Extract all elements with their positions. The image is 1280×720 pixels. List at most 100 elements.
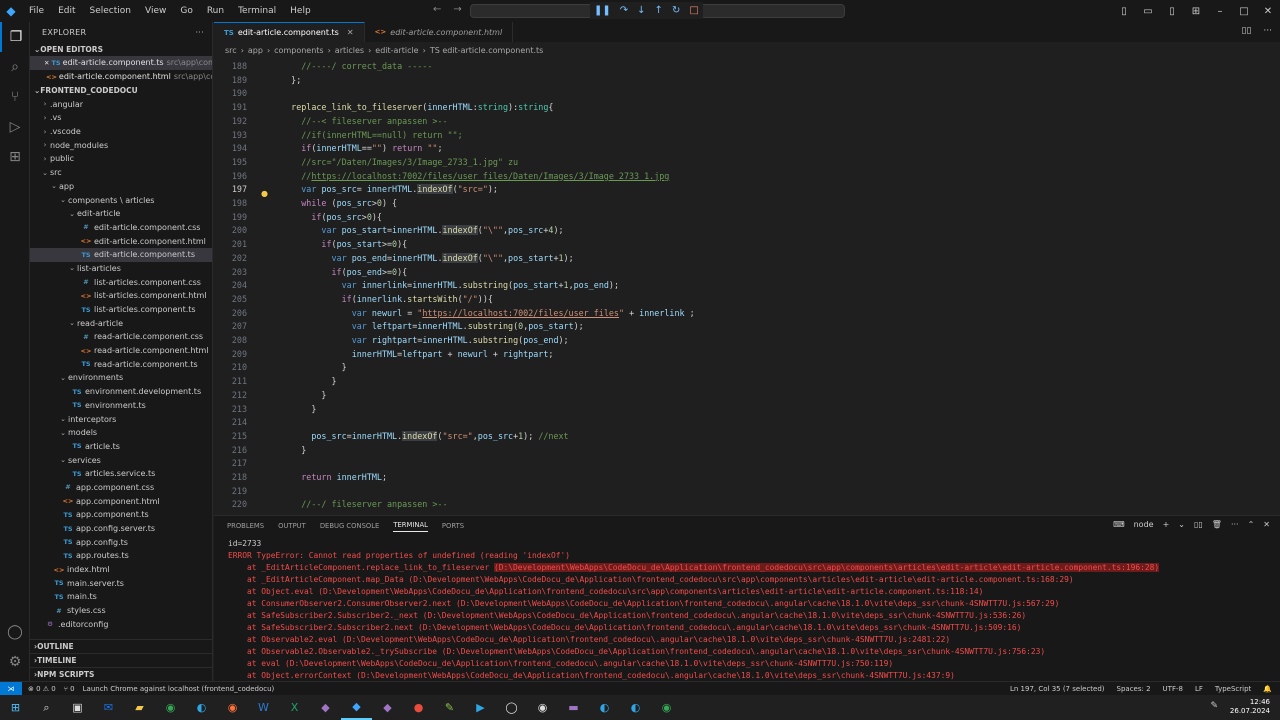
- new-terminal-icon[interactable]: +: [1163, 520, 1170, 529]
- tree-item[interactable]: TS app.routes.ts: [30, 549, 212, 563]
- app-icon[interactable]: ▶: [465, 695, 496, 720]
- panel-more-icon[interactable]: ···: [1231, 520, 1239, 529]
- tree-item[interactable]: › .vs: [30, 111, 212, 125]
- notepad-icon[interactable]: ✎: [434, 695, 465, 720]
- windows-start-icon[interactable]: ⊞: [0, 695, 31, 720]
- forward-arrow-icon[interactable]: →: [453, 4, 461, 15]
- tree-item[interactable]: › .angular: [30, 97, 212, 111]
- panel-tab-terminal[interactable]: TERMINAL: [393, 521, 428, 532]
- toggle-panel-icon[interactable]: ▭: [1136, 6, 1160, 17]
- tree-item[interactable]: ⌄ interceptors: [30, 412, 212, 426]
- close-icon[interactable]: ✕: [44, 59, 49, 67]
- minimize-icon[interactable]: –: [1208, 6, 1232, 17]
- editor-more-icon[interactable]: ···: [1263, 26, 1272, 36]
- breadcrumb-item[interactable]: app: [248, 46, 263, 55]
- open-editor-item[interactable]: <>edit-article.component.htmlsrc\app\co.…: [30, 70, 212, 84]
- settings-gear-icon[interactable]: ⚙: [0, 647, 30, 677]
- menu-item-edit[interactable]: Edit: [51, 6, 82, 16]
- remote-icon[interactable]: ⋊: [0, 681, 22, 696]
- app-2-icon[interactable]: ◉: [527, 695, 558, 720]
- tree-item[interactable]: <> list-articles.component.html: [30, 289, 212, 303]
- outlook-icon[interactable]: ✉: [93, 695, 124, 720]
- tree-item[interactable]: # edit-article.component.css: [30, 221, 212, 235]
- visual-studio-2-icon[interactable]: ◆: [372, 695, 403, 720]
- edge-3-icon[interactable]: ◐: [620, 695, 651, 720]
- panel-tab-problems[interactable]: PROBLEMS: [227, 522, 264, 530]
- edge-icon[interactable]: ◐: [186, 695, 217, 720]
- section-timeline[interactable]: › TIMELINE: [30, 653, 212, 667]
- status-encoding[interactable]: UTF-8: [1163, 685, 1183, 693]
- tree-item[interactable]: TS list-articles.component.ts: [30, 303, 212, 317]
- breadcrumb-item[interactable]: src: [225, 46, 237, 55]
- tree-item[interactable]: <> read-article.component.html: [30, 344, 212, 358]
- edge-2-icon[interactable]: ◐: [589, 695, 620, 720]
- editor-tab[interactable]: <> edit-article.component.html: [365, 22, 514, 42]
- stop-icon[interactable]: □: [689, 5, 698, 16]
- project-section[interactable]: ⌄ FRONTEND_CODEDOCU: [30, 83, 212, 97]
- tree-item[interactable]: › public: [30, 152, 212, 166]
- pause-icon[interactable]: ❚❚: [594, 5, 611, 16]
- breadcrumb-item[interactable]: edit-article: [375, 46, 418, 55]
- tree-item[interactable]: ⌄ models: [30, 426, 212, 440]
- close-tab-icon[interactable]: ✕: [347, 28, 354, 37]
- layout-icon[interactable]: ⊞: [1184, 6, 1208, 17]
- notifications-bell-icon[interactable]: 🔔: [1263, 685, 1272, 693]
- chrome-icon[interactable]: ◉: [155, 695, 186, 720]
- toggle-sidebar-icon[interactable]: ▯: [1112, 6, 1136, 17]
- tree-item[interactable]: ⌄ app: [30, 180, 212, 194]
- breadcrumb-item[interactable]: articles: [335, 46, 364, 55]
- terminal-output[interactable]: id=2733 ERROR TypeError: Cannot read prop…: [228, 538, 1278, 682]
- run-debug-icon[interactable]: ▷: [0, 112, 30, 142]
- section-outline[interactable]: › OUTLINE: [30, 639, 212, 653]
- tree-item[interactable]: ⌄ environments: [30, 371, 212, 385]
- maximize-icon[interactable]: □: [1232, 6, 1256, 17]
- taskbar-clock[interactable]: 12:46 26.07.2024: [1230, 698, 1270, 716]
- whatsapp-icon[interactable]: ◯: [496, 695, 527, 720]
- tree-item[interactable]: › node_modules: [30, 138, 212, 152]
- tree-item[interactable]: TS article.ts: [30, 440, 212, 454]
- tree-item[interactable]: ⌄ read-article: [30, 316, 212, 330]
- code-editor[interactable]: 188 //----/ correct_data ----- 189 }; 190 1…: [214, 58, 1264, 514]
- menu-item-help[interactable]: Help: [283, 6, 318, 16]
- tree-item[interactable]: TS main.server.ts: [30, 576, 212, 590]
- panel-tab-debug-console[interactable]: DEBUG CONSOLE: [320, 522, 380, 530]
- visual-studio-icon[interactable]: ◆: [310, 695, 341, 720]
- section-npm-scripts[interactable]: › NPM SCRIPTS: [30, 667, 212, 681]
- account-icon[interactable]: ◯: [0, 617, 30, 647]
- tree-item[interactable]: ⌄ edit-article: [30, 207, 212, 221]
- open-editors-section[interactable]: ⌄ OPEN EDITORS: [30, 42, 212, 56]
- menu-item-go[interactable]: Go: [173, 6, 199, 16]
- tree-item[interactable]: TS articles.service.ts: [30, 467, 212, 481]
- split-terminal-icon[interactable]: ▯▯: [1194, 520, 1203, 529]
- tree-item[interactable]: # styles.css: [30, 604, 212, 618]
- menu-item-selection[interactable]: Selection: [83, 6, 138, 16]
- breadcrumb-item[interactable]: components: [274, 46, 323, 55]
- kill-terminal-icon[interactable]: 🗑: [1212, 520, 1222, 529]
- terminal-dropdown-icon[interactable]: ⌄: [1178, 520, 1185, 529]
- close-icon[interactable]: ✕: [1256, 6, 1280, 17]
- tree-item[interactable]: TS edit-article.component.ts: [30, 247, 212, 262]
- tree-item[interactable]: # read-article.component.css: [30, 330, 212, 344]
- step-into-icon[interactable]: ↓: [637, 5, 645, 16]
- chrome-2-icon[interactable]: ◉: [651, 695, 682, 720]
- tree-item[interactable]: ⌄ components \ articles: [30, 193, 212, 207]
- tree-item[interactable]: › .vscode: [30, 125, 212, 139]
- tree-item[interactable]: TS main.ts: [30, 590, 212, 604]
- menu-item-terminal[interactable]: Terminal: [231, 6, 283, 16]
- lightbulb-icon[interactable]: ●: [261, 189, 268, 198]
- back-arrow-icon[interactable]: ←: [433, 4, 441, 15]
- status-indentation[interactable]: Spaces: 2: [1117, 685, 1151, 693]
- explorer-icon[interactable]: ❐: [0, 22, 30, 52]
- word-icon[interactable]: W: [248, 695, 279, 720]
- tree-item[interactable]: TS app.component.ts: [30, 508, 212, 522]
- split-editor-icon[interactable]: ▯▯: [1242, 26, 1252, 36]
- tree-item[interactable]: TS read-article.component.ts: [30, 357, 212, 371]
- search-icon[interactable]: ⌕: [0, 52, 30, 82]
- taskbar-search-icon[interactable]: ⌕: [31, 695, 62, 720]
- file-explorer-icon[interactable]: ▰: [124, 695, 155, 720]
- panel-tab-output[interactable]: OUTPUT: [278, 522, 306, 530]
- status-cursor-position[interactable]: Ln 197, Col 35 (7 selected): [1010, 685, 1105, 693]
- recorder-icon[interactable]: ●: [403, 695, 434, 720]
- step-over-icon[interactable]: ↷: [620, 5, 628, 16]
- status-language[interactable]: TypeScript: [1215, 685, 1251, 693]
